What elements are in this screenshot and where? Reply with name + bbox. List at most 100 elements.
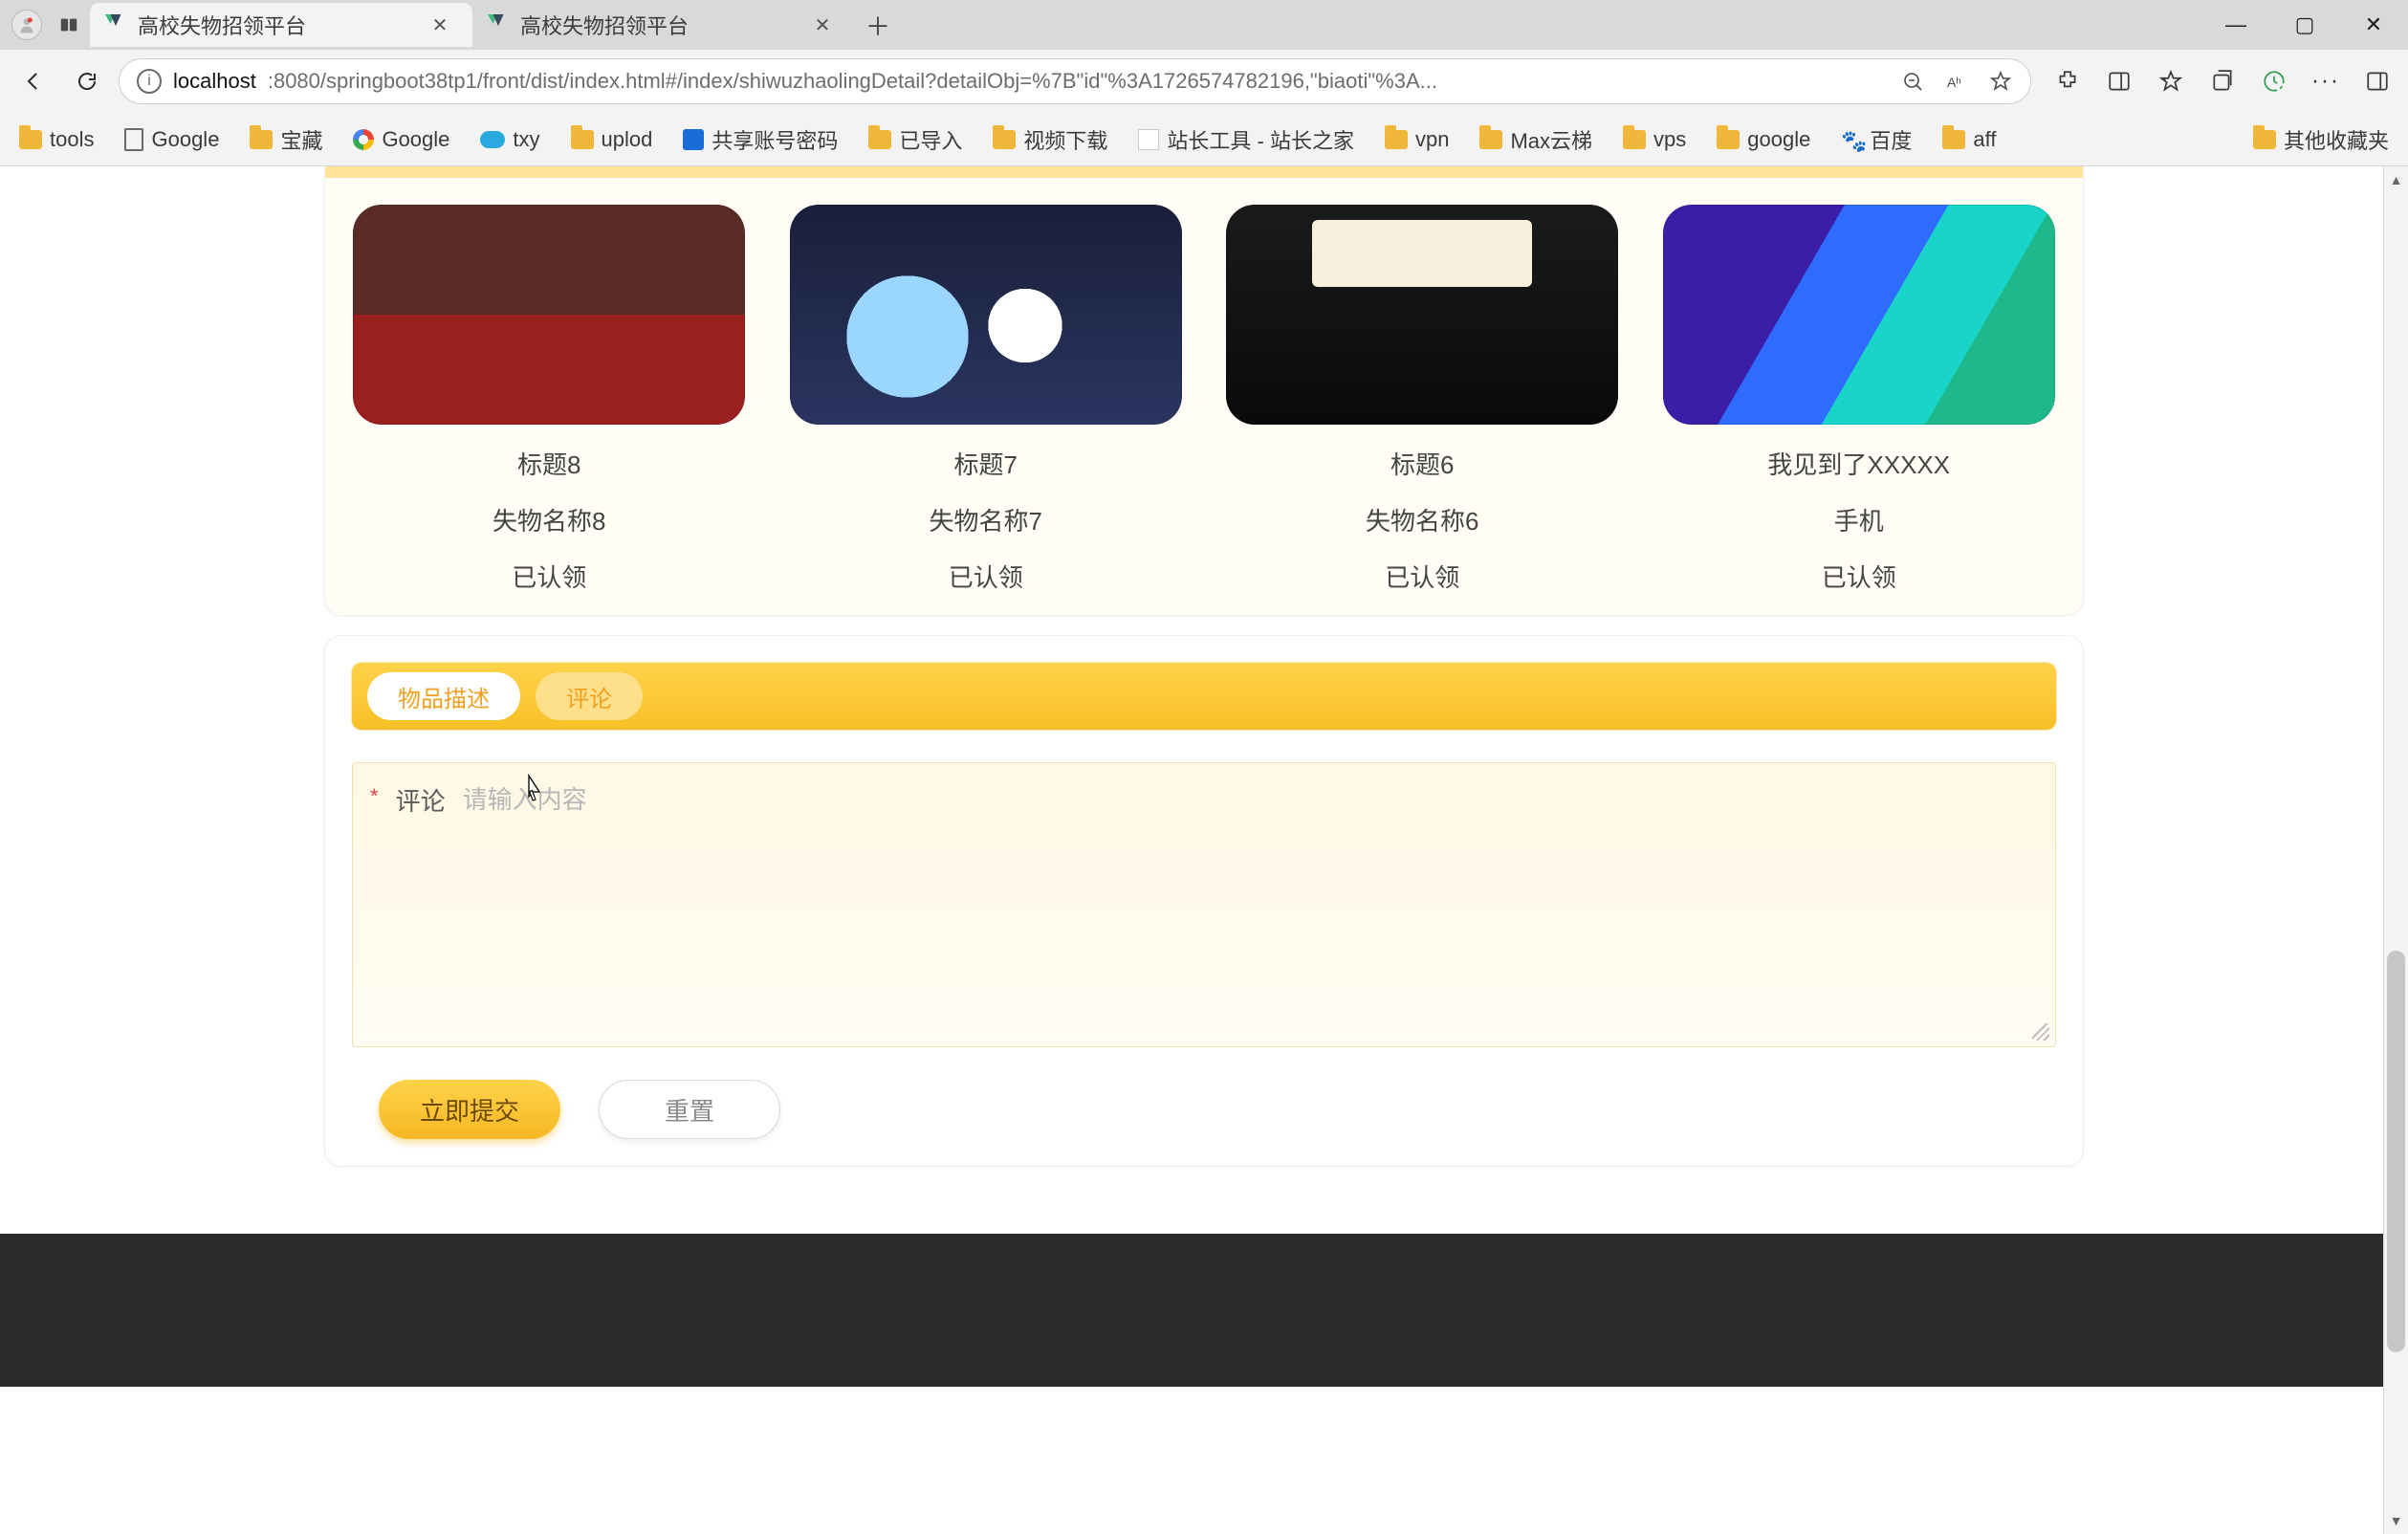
tab-close-button[interactable]: ✕ (809, 11, 836, 38)
bookmark-item[interactable]: Google (119, 123, 225, 156)
favorites-icon[interactable] (2152, 62, 2190, 100)
page-icon (124, 128, 143, 151)
window-minimize-button[interactable]: — (2201, 0, 2270, 50)
item-title: 标题7 (954, 446, 1018, 481)
bookmark-label: Google (151, 127, 219, 152)
item-name: 失物名称8 (493, 502, 605, 537)
item-card[interactable]: 标题7 失物名称7 已认领 (776, 205, 1197, 594)
folder-icon (1942, 130, 1965, 149)
item-card[interactable]: 标题6 失物名称6 已认领 (1212, 205, 1633, 594)
extensions-icon[interactable] (2048, 62, 2087, 100)
svg-text:Aʰ: Aʰ (1947, 75, 1961, 90)
read-aloud-icon[interactable]: Aʰ (1944, 69, 1969, 94)
item-title: 标题8 (517, 446, 580, 481)
bookmark-label: Max云梯 (1510, 124, 1592, 155)
browser-tab-1[interactable]: 高校失物招领平台 ✕ (472, 3, 855, 47)
site-info-icon[interactable]: i (137, 69, 162, 94)
bookmark-item[interactable]: Max云梯 (1474, 121, 1598, 159)
item-name: 失物名称6 (1366, 502, 1478, 537)
profile-button[interactable] (11, 10, 42, 40)
folder-icon (1623, 130, 1646, 149)
bookmark-item[interactable]: Google (347, 123, 455, 156)
folder-icon (571, 130, 594, 149)
related-items-card: 标题8 失物名称8 已认领 标题7 失物名称7 已认领 标题6 失物名称6 (324, 166, 2084, 616)
detail-tabs-bar: 物品描述 评论 (352, 663, 2056, 730)
bookmark-item[interactable]: uplod (565, 123, 659, 156)
bookmark-label: 视频下载 (1023, 124, 1107, 155)
tab-description[interactable]: 物品描述 (367, 672, 520, 720)
paw-icon: 🐾 (1841, 129, 1862, 150)
scroll-down-arrow[interactable]: ▼ (2384, 1507, 2408, 1534)
bookmark-label: vpn (1415, 127, 1449, 152)
bookmark-item[interactable]: tools (13, 123, 99, 156)
reset-button[interactable]: 重置 (599, 1080, 780, 1139)
browser-tab-0[interactable]: 高校失物招领平台 ✕ (90, 3, 472, 47)
comment-textarea[interactable] (463, 780, 2038, 1029)
url-rest: :8080/springboot38tp1/front/dist/index.h… (268, 69, 1437, 94)
folder-icon (2253, 130, 2276, 149)
page-footer (0, 1234, 2408, 1387)
bookmark-label: 宝藏 (280, 124, 322, 155)
item-name: 失物名称7 (930, 502, 1042, 537)
scroll-up-arrow[interactable]: ▲ (2384, 166, 2408, 193)
item-title: 我见到了XXXXX (1767, 446, 1950, 481)
item-thumbnail (353, 205, 745, 425)
bookmark-item[interactable]: aff (1937, 123, 2002, 156)
collections-icon[interactable] (2203, 62, 2242, 100)
item-status: 已认领 (1385, 559, 1459, 594)
bookmark-item[interactable]: vpn (1379, 123, 1455, 156)
tab-actions-button[interactable] (52, 8, 86, 42)
textarea-resize-handle[interactable] (2032, 1023, 2049, 1041)
scrollbar-thumb[interactable] (2387, 951, 2405, 1352)
item-card[interactable]: 我见到了XXXXX 手机 已认领 (1649, 205, 2070, 594)
bookmark-item[interactable]: google (1711, 123, 1816, 156)
item-thumbnail (1226, 205, 1618, 425)
bookmark-label: tools (50, 127, 94, 152)
tab-comments[interactable]: 评论 (536, 672, 643, 720)
tab-close-button[interactable]: ✕ (427, 11, 453, 38)
zoom-icon[interactable] (1900, 69, 1925, 94)
google-icon (353, 129, 374, 150)
bookmark-item[interactable]: 共享账号密码 (677, 121, 843, 159)
bookmark-label: aff (1973, 127, 1996, 152)
nav-refresh-button[interactable] (65, 59, 109, 103)
bookmark-overflow[interactable]: 其他收藏夹 (2247, 121, 2395, 159)
submit-button[interactable]: 立即提交 (379, 1080, 560, 1139)
bookmark-label: uplod (602, 127, 653, 152)
bookmark-item[interactable]: 已导入 (863, 121, 968, 159)
folder-icon (1479, 130, 1502, 149)
item-card[interactable]: 标题8 失物名称8 已认领 (339, 205, 760, 594)
comment-label: 评论 (396, 782, 446, 818)
item-thumbnail (1663, 205, 2055, 425)
copilot-sidebar-icon[interactable] (2358, 62, 2397, 100)
item-status: 已认领 (949, 559, 1023, 594)
bookmark-item[interactable]: txy (474, 123, 545, 156)
bookmark-item[interactable]: 视频下载 (987, 121, 1113, 159)
bookmark-label: vps (1653, 127, 1686, 152)
url-host: localhost (173, 69, 256, 94)
window-maximize-button[interactable]: ▢ (2270, 0, 2339, 50)
item-status: 已认领 (1822, 559, 1896, 594)
bookmark-label: Google (382, 127, 449, 152)
address-bar[interactable]: i localhost :8080/springboot38tp1/front/… (119, 58, 2031, 104)
cloud-icon (480, 131, 505, 148)
vertical-scrollbar[interactable]: ▲ ▼ (2383, 166, 2408, 1534)
bookmark-item[interactable]: 🐾百度 (1835, 121, 1917, 159)
more-icon[interactable]: ··· (2307, 62, 2345, 100)
bookmark-item[interactable]: 站长工具 - 站长之家 (1132, 121, 1360, 159)
performance-icon[interactable] (2255, 62, 2293, 100)
bookmark-item[interactable]: vps (1617, 123, 1692, 156)
nav-back-button[interactable] (11, 59, 55, 103)
item-thumbnail (790, 205, 1182, 425)
sidebar-icon[interactable] (2100, 62, 2138, 100)
bookmark-label: 已导入 (899, 124, 962, 155)
bookmark-label: 共享账号密码 (711, 124, 838, 155)
mouse-cursor-icon (522, 774, 543, 802)
bookmark-item[interactable]: 宝藏 (244, 121, 328, 159)
favorite-icon[interactable] (1988, 69, 2013, 94)
folder-icon (1717, 130, 1740, 149)
window-close-button[interactable]: ✕ (2339, 0, 2408, 50)
new-tab-button[interactable]: ＋ (859, 6, 897, 44)
item-name: 手机 (1834, 502, 1884, 537)
vue-favicon-icon (488, 14, 509, 35)
